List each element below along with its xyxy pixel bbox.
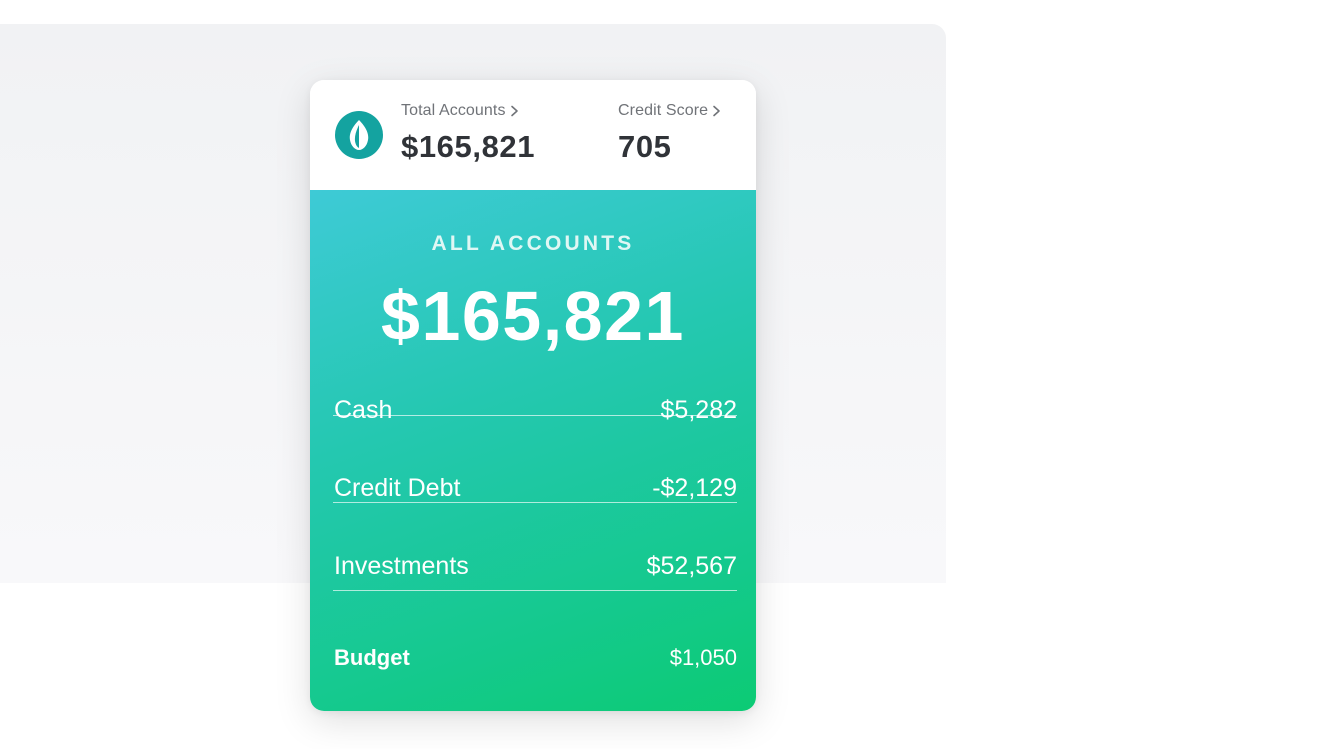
account-amount: -$2,129 <box>652 474 737 502</box>
all-accounts-total: $165,821 <box>381 277 685 355</box>
leaf-logo-icon <box>335 111 383 159</box>
account-row-cash[interactable]: Cash $5,282 <box>334 396 737 425</box>
total-accounts-value: $165,821 <box>401 129 536 164</box>
account-amount: $5,282 <box>660 396 737 424</box>
account-row-investments[interactable]: Investments $52,567 <box>334 552 737 581</box>
total-accounts-link[interactable]: Total Accounts $165,821 <box>401 102 535 165</box>
account-row-budget[interactable]: Budget $1,050 <box>334 645 737 671</box>
account-row-credit-debt[interactable]: Credit Debt -$2,129 <box>334 474 737 503</box>
credit-score-label: Credit Score <box>618 102 709 119</box>
account-amount: $1,050 <box>669 645 737 670</box>
chevron-right-icon <box>510 105 518 117</box>
row-divider <box>333 502 737 503</box>
credit-score-value: 705 <box>618 129 672 164</box>
chevron-right-icon <box>713 105 720 117</box>
row-divider <box>333 415 737 416</box>
account-label: Credit Debt <box>334 474 461 502</box>
account-label: Cash <box>334 396 393 424</box>
accounts-widget: Total Accounts $165,821 Credit Score 705… <box>310 80 756 711</box>
account-label: Investments <box>334 552 469 580</box>
widget-header: Total Accounts $165,821 Credit Score 705 <box>310 80 756 190</box>
account-amount: $52,567 <box>646 552 737 580</box>
account-label: Budget <box>334 645 410 670</box>
all-accounts-title: ALL ACCOUNTS <box>431 232 635 255</box>
credit-score-link[interactable]: Credit Score 705 <box>618 102 722 165</box>
total-accounts-label: Total Accounts <box>401 102 506 119</box>
all-accounts-panel: ALL ACCOUNTS $165,821 Cash $5,282 Credit… <box>310 190 756 711</box>
row-divider <box>333 590 737 591</box>
